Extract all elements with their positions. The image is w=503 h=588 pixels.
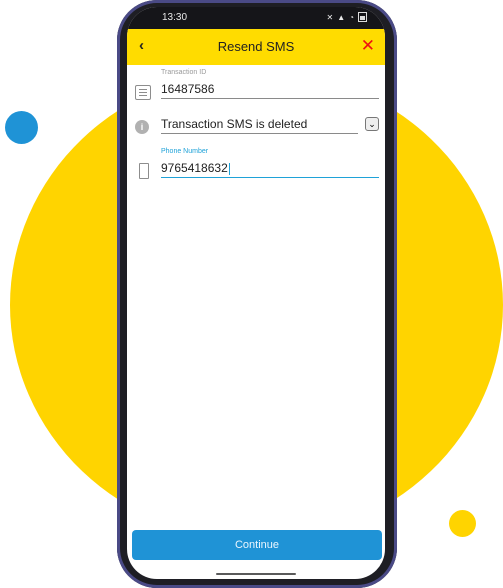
page-title: Resend SMS: [217, 39, 295, 54]
phone-number-input[interactable]: 9765418632: [161, 161, 379, 178]
phone-number-label: Phone Number: [161, 148, 209, 155]
decorative-yellow-dot: [449, 510, 476, 537]
mute-icon: ✕: [326, 12, 334, 22]
signal-icon: ▲: [337, 12, 346, 22]
phone-number-value: 9765418632: [161, 161, 228, 175]
transaction-id-label: Transaction ID: [161, 69, 207, 76]
status-bar: 13:30 ✕ ▲ ◔: [127, 7, 385, 29]
home-indicator: [216, 573, 296, 575]
phone-number-field[interactable]: Phone Number 9765418632: [161, 148, 379, 178]
reason-value: Transaction SMS is deleted: [161, 117, 308, 131]
phone-screen: 13:30 ✕ ▲ ◔ ‹ Resend SMS ✕ Transaction I…: [127, 7, 385, 579]
phone-icon: [139, 163, 149, 179]
status-time: 13:30: [162, 12, 188, 23]
transaction-id-value: 16487586: [161, 82, 379, 99]
phone-frame: 13:30 ✕ ▲ ◔ ‹ Resend SMS ✕ Transaction I…: [117, 0, 397, 588]
wifi-icon: ◔: [349, 12, 354, 22]
receipt-icon: [135, 85, 151, 100]
battery-icon: [358, 12, 367, 22]
continue-button[interactable]: Continue: [132, 530, 382, 560]
chevron-down-icon[interactable]: ⌄: [365, 117, 379, 131]
status-icons: ✕ ▲ ◔: [327, 12, 367, 22]
decorative-blue-dot: [5, 111, 38, 144]
info-icon: i: [135, 120, 149, 134]
text-cursor: [228, 162, 230, 175]
reason-select[interactable]: Transaction SMS is deleted: [161, 117, 358, 134]
close-icon[interactable]: ✕: [361, 36, 375, 56]
app-bar: ‹ Resend SMS ✕: [127, 29, 385, 65]
transaction-id-field[interactable]: Transaction ID 16487586: [161, 69, 379, 99]
